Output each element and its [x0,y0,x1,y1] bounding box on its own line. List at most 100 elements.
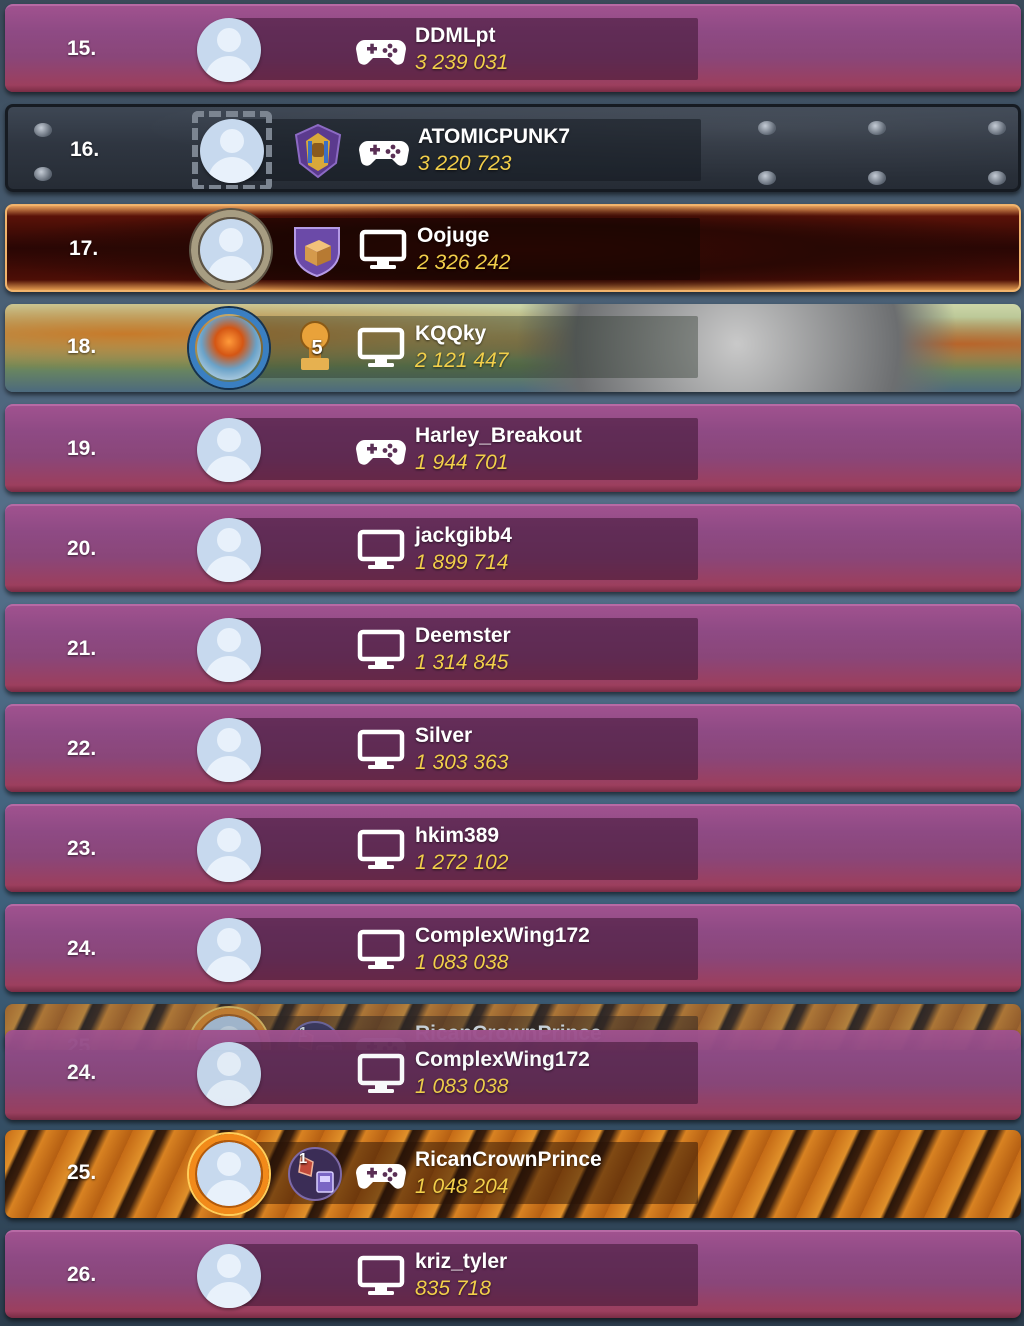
player-score: 1 272 102 [415,851,509,874]
avatar-body-icon [205,556,253,582]
player-score: 1 899 714 [415,551,509,574]
avatar-head-icon [220,129,244,153]
player-avatar[interactable] [197,316,261,380]
player-avatar[interactable] [197,518,261,582]
avatar-body-icon [205,656,253,682]
rivet-decoration [868,121,886,135]
player-name[interactable]: Deemster [415,624,511,648]
player-name[interactable]: KQQky [415,322,486,346]
player-name[interactable]: kriz_tyler [415,1250,507,1274]
desktop-computer-icon [355,528,407,572]
player-name[interactable]: Harley_Breakout [415,424,582,448]
desktop-computer-icon [355,1254,407,1298]
player-name[interactable]: Oojuge [417,224,489,248]
player-avatar[interactable] [199,218,263,282]
avatar-head-icon [217,728,241,752]
player-name[interactable]: hkim389 [415,824,499,848]
leaderboard-row[interactable]: 23. hkim389 1 272 102 [5,804,1021,892]
rank-number: 22. [67,737,97,760]
leaderboard-row[interactable]: 26. kriz_tyler 835 718 [5,1230,1021,1318]
gamepad-icon [355,428,407,472]
rank-number: 20. [67,537,97,560]
badge-level-number: 5 [311,337,323,359]
leaderboard-row[interactable]: 20. jackgibb4 1 899 714 [5,504,1021,592]
player-score: 2 121 447 [415,349,509,372]
rank-number: 26. [67,1263,97,1286]
player-name[interactable]: ComplexWing172 [415,1048,590,1072]
leaderboard-row[interactable]: 21. Deemster 1 314 845 [5,604,1021,692]
avatar-head-icon [217,1052,241,1076]
leaderboard-row[interactable]: 19. Harley_Breakout 1 944 701 [5,404,1021,492]
player-name[interactable]: ComplexWing172 [415,924,590,948]
avatar-body-icon [205,1080,253,1106]
rank-number: 16. [70,138,100,161]
pinned-row-above[interactable]: 24. ComplexWing172 1 083 038 [5,1030,1021,1120]
leaderboard-row[interactable]: 16. ATOMICPUNK7 3 220 723 [5,104,1021,192]
rank-number: 15. [67,37,97,60]
rivet-decoration [758,171,776,185]
desktop-computer-icon [355,628,407,672]
player-avatar[interactable] [197,18,261,82]
rank-number: 23. [67,837,97,860]
avatar-head-icon [219,228,243,252]
player-score: 1 944 701 [415,451,509,474]
player-avatar[interactable] [197,1042,261,1106]
rivet-decoration [988,171,1006,185]
gamepad-icon [358,129,410,173]
player-avatar[interactable] [197,718,261,782]
player-name[interactable]: DDMLpt [415,24,495,48]
player-avatar[interactable] [197,818,261,882]
player-avatar[interactable] [197,418,261,482]
avatar-body-icon [205,956,253,982]
player-avatar[interactable] [197,1244,261,1308]
leaderboard-row[interactable]: 15. DDMLpt 3 239 031 [5,4,1021,92]
pharaoh-emblem-icon[interactable] [290,123,346,179]
leaderboard-row[interactable]: 22. Silver 1 303 363 [5,704,1021,792]
rank-number: 19. [67,437,97,460]
avatar-head-icon [217,1152,241,1176]
rivet-decoration [34,167,52,181]
avatar-body-icon [205,756,253,782]
player-avatar[interactable] [197,918,261,982]
rank-number: 18. [67,335,97,358]
desktop-computer-icon [355,1052,407,1096]
leaderboard-row[interactable]: 18. 5 KQQky 2 121 447 [5,304,1021,392]
gamepad-icon [355,1152,407,1196]
gamepad-icon [355,28,407,72]
player-avatar[interactable] [200,119,264,183]
badge-level-number: 1 [298,1150,308,1167]
player-name[interactable]: RicanCrownPrince [415,1148,602,1172]
player-score: 2 326 242 [417,251,511,274]
player-name[interactable]: ATOMICPUNK7 [418,125,570,149]
rivet-decoration [758,121,776,135]
avatar-head-icon [217,428,241,452]
player-name[interactable]: Silver [415,724,472,748]
current-player-row[interactable]: 25. 1 RicanCrownPrince 1 048 204 [5,1130,1021,1218]
rivet-decoration [988,121,1006,135]
player-score: 1 083 038 [415,951,509,974]
desktop-computer-icon [355,928,407,972]
leaderboard-row[interactable]: 17. Oojuge 2 326 242 [5,204,1021,292]
avatar-body-icon [205,1282,253,1308]
rank-number: 17. [69,237,99,260]
avatar-head-icon [217,928,241,952]
avatar-head-icon [217,1254,241,1278]
desktop-computer-icon [355,728,407,772]
leaderboard: 15. DDMLpt 3 239 031 16. ATOMICPUNK7 3 220 … [0,0,1024,1326]
crate-shield-emblem-icon[interactable] [289,222,345,278]
player-avatar[interactable] [197,618,261,682]
player-score: 835 718 [415,1277,491,1300]
player-score: 1 048 204 [415,1175,509,1198]
player-name[interactable]: jackgibb4 [415,524,512,548]
player-avatar[interactable] [197,1142,261,1206]
player-score: 1 083 038 [415,1075,509,1098]
avatar-head-icon [217,628,241,652]
rank-number: 25. [67,1161,97,1184]
rank-number: 24. [67,937,97,960]
desktop-computer-icon [357,228,409,272]
rivet-decoration [34,123,52,137]
leaderboard-row[interactable]: 24. ComplexWing172 1 083 038 [5,904,1021,992]
avatar-head-icon [217,828,241,852]
avatar-head-icon [217,528,241,552]
player-score: 1 314 845 [415,651,509,674]
